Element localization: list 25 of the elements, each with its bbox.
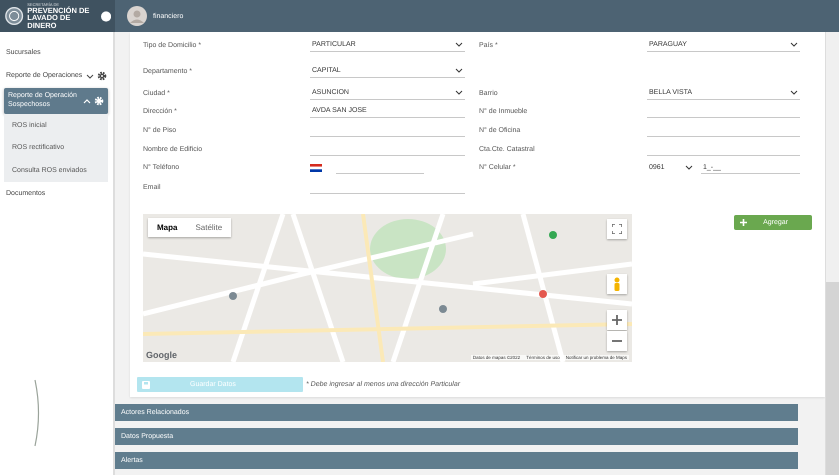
- chevron-down-icon: [790, 41, 798, 48]
- fullscreen-button[interactable]: [607, 219, 627, 239]
- zoom-in-button[interactable]: [607, 310, 627, 330]
- chevron-down-icon: [455, 89, 463, 96]
- zoom-out-button[interactable]: [607, 331, 627, 351]
- chevron-down-icon: [685, 164, 693, 170]
- plus-icon: [740, 219, 748, 226]
- map-type-tab[interactable]: Mapa: [148, 218, 186, 237]
- chevron-down-icon: [455, 67, 463, 74]
- seal-logo-icon: [4, 5, 24, 27]
- scrollbar[interactable]: [825, 32, 839, 475]
- fullscreen-icon: [612, 224, 622, 234]
- caret-up-icon[interactable]: [83, 98, 91, 104]
- plus-icon: [612, 315, 622, 325]
- pegman-icon: [613, 277, 621, 291]
- caret-down-icon[interactable]: [86, 72, 94, 80]
- settings-icon[interactable]: [97, 71, 107, 81]
- chevron-down-icon: [790, 89, 798, 96]
- chevron-down-icon: [455, 41, 463, 48]
- map-logo: Google: [146, 350, 177, 360]
- avatar-icon[interactable]: [127, 6, 147, 26]
- toggle-circle-icon[interactable]: [100, 10, 111, 22]
- flag-icon[interactable]: [310, 164, 322, 172]
- map-type-tab[interactable]: Satélite: [186, 218, 232, 237]
- arc-drawing: [33, 378, 41, 448]
